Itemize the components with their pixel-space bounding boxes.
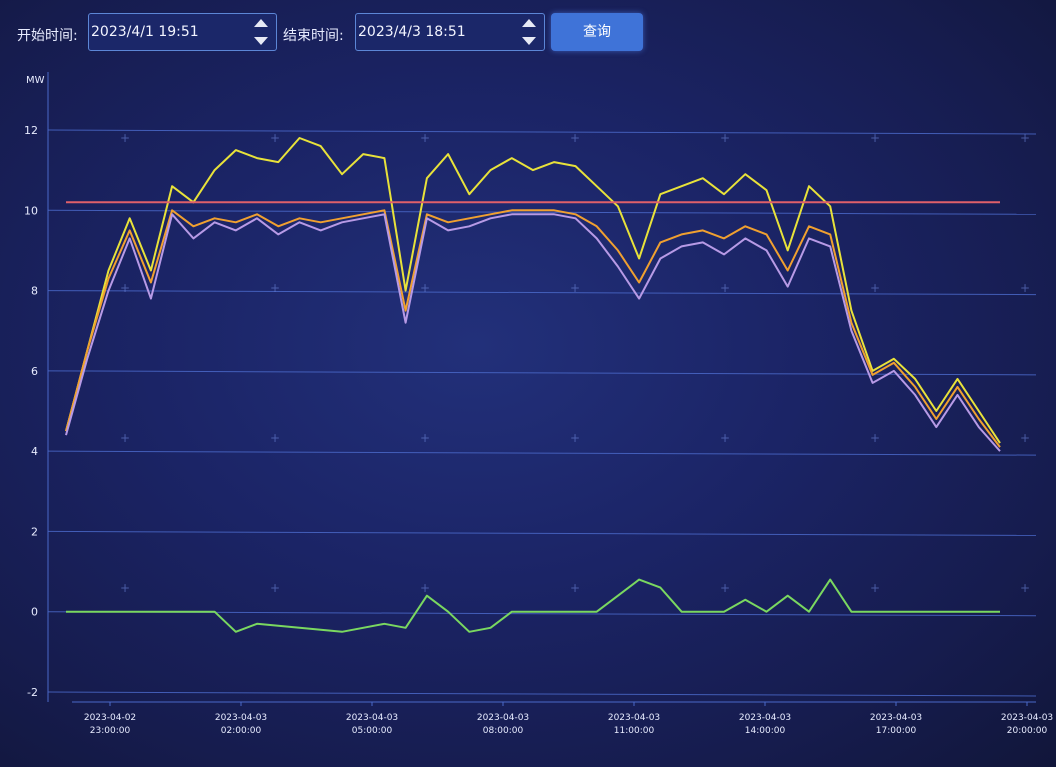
query-toolbar: 开始时间: 2023/4/1 19:51 结束时间: 2023/4/3 18:5… [0, 0, 1056, 62]
y-gridline [47, 691, 1037, 697]
x-tick-date: 2023-04-03 [346, 713, 398, 723]
end-time-value: 2023/4/3 18:51 [358, 24, 466, 40]
x-tick-date: 2023-04-03 [739, 713, 791, 723]
series-line-green [66, 578, 1000, 633]
monitor-screen: 开始时间: 2023/4/1 19:51 结束时间: 2023/4/3 18:5… [0, 0, 1056, 767]
y-tick-label: 6 [31, 365, 38, 378]
grid-marker: + [120, 581, 130, 595]
x-tick-time: 08:00:00 [483, 726, 524, 736]
y-gridline [47, 290, 1037, 296]
x-tick-time: 02:00:00 [221, 726, 262, 736]
start-time-value: 2023/4/1 19:51 [91, 24, 199, 40]
series-line-orange [65, 209, 1001, 448]
grid-marker: + [270, 581, 280, 595]
y-gridline [47, 450, 1037, 456]
x-tick-date: 2023-04-03 [215, 713, 267, 723]
grid-marker: + [570, 581, 580, 595]
power-chart: MW + + + + + + + + + + + + + + + + + + + + + + + + + + + + 12 10 8 6 4 2… [24, 72, 1053, 736]
y-tick-label: 8 [31, 285, 38, 298]
grid-marker: + [420, 581, 430, 595]
grid-marker: + [870, 581, 880, 595]
grid-marker: + [1020, 131, 1030, 145]
grid-marker: + [120, 131, 130, 145]
grid-marker: + [720, 131, 730, 145]
y-tick-label: 2 [31, 525, 38, 538]
start-time-label: 开始时间: [17, 28, 78, 44]
start-time-input[interactable]: 2023/4/1 19:51 [88, 13, 277, 51]
grid-marker: + [270, 281, 280, 295]
y-tick-label: 12 [24, 124, 38, 137]
spinner-down-icon[interactable] [254, 37, 268, 45]
grid-marker: + [120, 431, 130, 445]
spinner-up-icon[interactable] [522, 19, 536, 27]
grid-marker: + [720, 281, 730, 295]
x-tick-time: 11:00:00 [614, 726, 655, 736]
x-tick-time: 23:00:00 [90, 726, 131, 736]
end-time-spinner[interactable] [520, 16, 538, 48]
y-gridline [47, 129, 1037, 135]
y-tick-label: 10 [24, 204, 38, 217]
axis-layer: 12 10 8 6 4 2 0 -2 2023-04-02 23:00:00 2023-04-03 0… [24, 72, 1053, 736]
x-tick-date: 2023-04-03 [1001, 713, 1053, 723]
x-tick-date: 2023-04-03 [608, 713, 660, 723]
grid-marker: + [420, 431, 430, 445]
grid-marker: + [420, 131, 430, 145]
grid-marker: + [1020, 581, 1030, 595]
y-gridline [47, 530, 1037, 536]
x-tick-time: 05:00:00 [352, 726, 393, 736]
x-tick-time: 20:00:00 [1007, 726, 1048, 736]
y-tick-label: -2 [27, 686, 38, 699]
x-tick-time: 14:00:00 [745, 726, 786, 736]
grid-marker: + [870, 281, 880, 295]
grid-marker: + [720, 431, 730, 445]
query-button[interactable]: 查询 [551, 13, 643, 51]
grid-marker: + [570, 131, 580, 145]
end-time-input[interactable]: 2023/4/3 18:51 [355, 13, 545, 51]
spinner-down-icon[interactable] [522, 37, 536, 45]
x-tick-date: 2023-04-02 [84, 713, 136, 723]
grid-marker: + [120, 281, 130, 295]
spinner-up-icon[interactable] [254, 19, 268, 27]
grid-marker: + [1020, 281, 1030, 295]
x-tick-date: 2023-04-03 [477, 713, 529, 723]
grid-marker: + [570, 431, 580, 445]
grid-marker: + [870, 431, 880, 445]
grid-marker: + [1020, 431, 1030, 445]
y-tick-label: 0 [31, 606, 38, 619]
grid-marker: + [870, 131, 880, 145]
x-tick-date: 2023-04-03 [870, 713, 922, 723]
series-line-yellow [65, 137, 1001, 444]
y-tick-label: 4 [31, 445, 38, 458]
grid-marker: + [270, 431, 280, 445]
x-tick-time: 17:00:00 [876, 726, 917, 736]
end-time-label: 结束时间: [283, 28, 344, 44]
grid-marker: + [570, 281, 580, 295]
grid-marker: + [270, 131, 280, 145]
grid-marker: + [420, 281, 430, 295]
y-axis-unit: MW [26, 75, 45, 86]
grid-marker: + [720, 581, 730, 595]
start-time-spinner[interactable] [252, 16, 270, 48]
